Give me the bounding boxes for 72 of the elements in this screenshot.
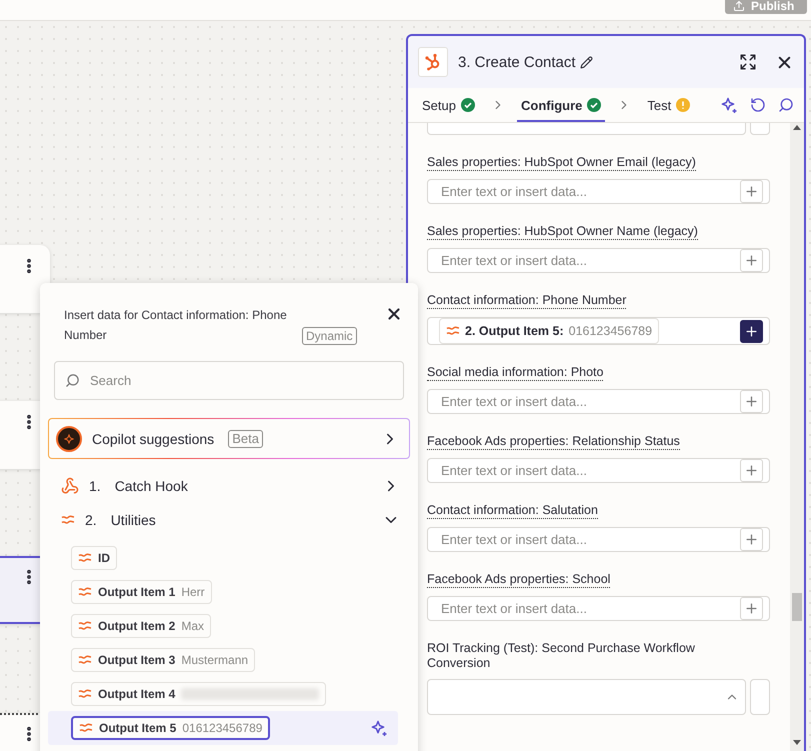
- text-field[interactable]: Enter text or insert data...: [427, 248, 770, 273]
- insert-data-button[interactable]: [740, 320, 763, 342]
- expand-icon: [739, 53, 757, 71]
- field-label: ROI Tracking (Test): Second Purchase Workflow Conversion: [427, 641, 696, 671]
- text-field[interactable]: Enter text or insert data...: [427, 458, 770, 483]
- data-chip[interactable]: Output Item 3 Mustermann: [71, 648, 256, 672]
- wave-lines-icon: [78, 586, 92, 598]
- search-field[interactable]: Search: [54, 361, 404, 400]
- expand-button[interactable]: [739, 53, 757, 71]
- text-input[interactable]: Enter text or insert data...: [439, 393, 734, 410]
- field-label: Social media information: Photo: [427, 365, 604, 381]
- field-label: Facebook Ads properties: School: [427, 572, 610, 588]
- tab[interactable]: Setup: [418, 90, 479, 122]
- data-token[interactable]: 2. Output Item 5: 016123456789: [439, 318, 660, 344]
- step-row[interactable]: 2. Utilities: [48, 503, 410, 537]
- field-label: Contact information: Salutation: [427, 503, 598, 519]
- text-input[interactable]: Enter text or insert data...: [439, 600, 734, 617]
- wave-lines-icon: [78, 688, 92, 700]
- select-field[interactable]: [427, 679, 746, 715]
- sparkle-icon: [721, 96, 738, 114]
- field-label: Sales properties: HubSpot Owner Email (legacy): [427, 155, 696, 171]
- sparkle-icon: [371, 720, 388, 736]
- data-chip[interactable]: Output Item 4: [71, 682, 326, 706]
- wave-lines-icon: [446, 325, 460, 337]
- plus-icon: [744, 532, 759, 547]
- field-label: Contact information: Phone Number: [427, 293, 626, 309]
- tab[interactable]: Test: [643, 90, 694, 122]
- text-input[interactable]: Enter text or insert data...: [439, 183, 734, 200]
- plus-icon: [744, 324, 759, 338]
- search-icon: [65, 373, 80, 388]
- undo-icon: [750, 97, 766, 113]
- wave-lines-icon: [61, 514, 75, 526]
- wave-lines-icon: [78, 552, 92, 564]
- plus-icon: [744, 184, 759, 199]
- plus-icon: [744, 463, 759, 478]
- webhook-icon: [61, 477, 79, 495]
- copilot-icon: [56, 426, 82, 452]
- hub-logo-icon: [424, 53, 442, 71]
- plus-icon: [744, 601, 759, 616]
- text-field[interactable]: Enter text or insert data...: [427, 596, 770, 621]
- plus-icon: [744, 253, 759, 268]
- step-row[interactable]: 1. Catch Hook: [48, 469, 410, 503]
- popover-title: Insert data for Contact information: Phone Number: [64, 307, 288, 344]
- beta-badge: Beta: [228, 430, 263, 448]
- edit-icon[interactable]: [580, 56, 593, 68]
- plus-icon: [744, 394, 759, 409]
- panel-title: 3. Create Contact: [458, 54, 576, 70]
- text-input[interactable]: Enter text or insert data...: [439, 462, 734, 479]
- dynamic-badge: Dynamic: [302, 327, 357, 345]
- wave-lines-icon: [79, 722, 93, 734]
- search-icon: [778, 97, 794, 113]
- scroll-down-icon[interactable]: [793, 740, 801, 745]
- text-input[interactable]: Enter text or insert data...: [439, 531, 734, 548]
- field-label: Sales properties: HubSpot Owner Name (legacy): [427, 224, 698, 240]
- search-input[interactable]: Search: [88, 372, 393, 389]
- scrollbar[interactable]: [790, 123, 804, 751]
- mapped-field[interactable]: 2. Output Item 5: 016123456789: [427, 317, 770, 345]
- data-chip[interactable]: Output Item 1 Herr: [71, 580, 212, 604]
- scroll-up-icon[interactable]: [793, 125, 801, 130]
- data-chip[interactable]: ID: [71, 546, 117, 570]
- copilot-suggestions-button[interactable]: Copilot suggestions Beta: [48, 418, 410, 459]
- scroll-thumb[interactable]: [792, 593, 802, 621]
- wave-lines-icon: [78, 620, 92, 632]
- wave-lines-icon: [78, 654, 92, 666]
- text-field[interactable]: Enter text or insert data...: [427, 389, 770, 414]
- text-field[interactable]: Enter text or insert data...: [427, 179, 770, 204]
- data-chip[interactable]: Output Item 2 Max: [71, 614, 212, 638]
- data-chip[interactable]: Output Item 5 016123456789: [71, 716, 270, 740]
- text-field[interactable]: Enter text or insert data...: [427, 527, 770, 552]
- upload-icon: [733, 0, 745, 12]
- field-label: Facebook Ads properties: Relationship Status: [427, 434, 680, 450]
- text-input[interactable]: Enter text or insert data...: [439, 252, 734, 269]
